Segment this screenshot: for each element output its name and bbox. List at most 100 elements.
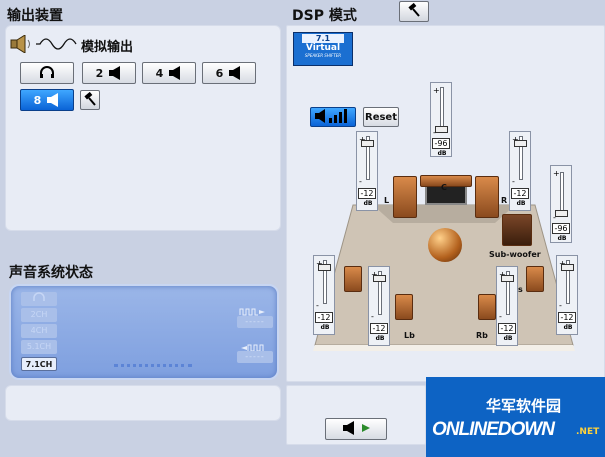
- slider-thumb[interactable]: [435, 126, 448, 133]
- db-unit: dB: [437, 150, 447, 157]
- two-speaker-label: 2: [95, 66, 104, 80]
- onlinedown-watermark: 华军软件园 ONLINEDOWN .NET: [426, 377, 605, 457]
- rear-right-speaker-slider[interactable]: + - -12 dB: [496, 266, 518, 346]
- speaker-icon: [342, 420, 356, 438]
- slider-thumb[interactable]: [514, 140, 527, 147]
- slider-thumb[interactable]: [555, 210, 568, 217]
- hammer-icon: [83, 91, 97, 110]
- right-speaker-value: -12: [511, 188, 529, 199]
- minus-icon: -: [559, 301, 562, 310]
- side-left-speaker-slider[interactable]: + - -12 dB: [313, 255, 335, 335]
- listener-sphere: [428, 228, 462, 262]
- slider-thumb[interactable]: [561, 264, 574, 271]
- channel-headphone-indicator: [21, 292, 57, 306]
- test-play-button[interactable]: [325, 418, 387, 440]
- rear-left-label: Lb: [404, 331, 415, 340]
- dsp-button-line2: Virtual: [305, 43, 341, 53]
- two-speaker-button[interactable]: 2: [82, 62, 136, 84]
- channel-2ch-indicator: 2CH: [21, 308, 57, 322]
- side-right-speaker: [526, 266, 544, 292]
- six-speaker-button[interactable]: 6: [202, 62, 256, 84]
- output-device-panel: [5, 25, 281, 231]
- top-speaker-value: -96: [432, 138, 450, 149]
- minus-icon: -: [553, 213, 556, 222]
- rear-left-speaker: [395, 294, 413, 320]
- four-speaker-button[interactable]: 4: [142, 62, 196, 84]
- watermark-chinese: 华军软件园: [486, 397, 562, 415]
- hammer-icon: [407, 2, 421, 21]
- rear-right-label: Rb: [476, 331, 488, 340]
- analog-wave-icon: [36, 34, 78, 54]
- minus-icon: -: [512, 177, 515, 186]
- subwoofer-slider[interactable]: + - -96 dB: [550, 165, 572, 243]
- slider-thumb[interactable]: [318, 264, 331, 271]
- headphones-button[interactable]: [20, 62, 74, 84]
- six-speaker-label: 6: [215, 66, 224, 80]
- slider-thumb[interactable]: [373, 275, 386, 282]
- reset-button[interactable]: Reset: [363, 107, 399, 127]
- right-speaker-label: R: [501, 196, 508, 205]
- db-unit: dB: [363, 200, 373, 207]
- speaker-icon: [108, 66, 122, 80]
- slider-thumb[interactable]: [361, 140, 374, 147]
- db-unit: dB: [563, 324, 573, 331]
- output-device-title: 输出装置: [7, 8, 63, 24]
- watermark-brand: ONLINEDOWN: [432, 419, 555, 440]
- db-unit: dB: [503, 335, 513, 342]
- play-icon: [361, 423, 371, 436]
- speaker-level-toggle-button[interactable]: [310, 107, 356, 127]
- input-signal-slot: -----: [237, 351, 273, 363]
- output-signal-slot: -----: [237, 316, 273, 328]
- channel-4ch-indicator: 4CH: [21, 324, 57, 338]
- eight-speaker-label: 8: [33, 93, 42, 107]
- level-meter: [114, 364, 192, 367]
- dsp-settings-button[interactable]: [399, 1, 429, 22]
- side-left-value: -12: [315, 312, 333, 323]
- right-front-speaker: [475, 176, 499, 218]
- rear-left-value: -12: [370, 323, 388, 334]
- side-right-speaker-slider[interactable]: + - -12 dB: [556, 255, 578, 335]
- minus-icon: -: [499, 312, 502, 321]
- db-unit: dB: [320, 324, 330, 331]
- speaker-icon: [168, 66, 182, 80]
- sound-system-status-display: 2CH 4CH 5.1CH 7.1CH ----- -----: [9, 284, 279, 380]
- side-right-label: s: [518, 285, 523, 294]
- analog-output-label: 模拟输出: [81, 40, 134, 55]
- left-speaker-slider[interactable]: + - -12 dB: [356, 131, 378, 211]
- sound-system-status-title: 声音系统状态: [9, 265, 93, 281]
- speaker-volume-icon: [9, 34, 35, 54]
- status-lower-panel: [5, 385, 281, 421]
- side-right-value: -12: [558, 312, 576, 323]
- dsp-mode-title: DSP 模式: [292, 8, 357, 24]
- minus-icon: -: [359, 177, 362, 186]
- minus-icon: -: [433, 128, 436, 137]
- output-settings-button[interactable]: [80, 90, 100, 110]
- db-unit: dB: [516, 200, 526, 207]
- four-speaker-label: 4: [155, 66, 164, 80]
- minus-icon: -: [371, 312, 374, 321]
- virtual-speaker-shifter-button[interactable]: 7.1 Virtual SPEAKER SHIFTER: [293, 32, 353, 66]
- slider-thumb[interactable]: [501, 275, 514, 282]
- eight-speaker-button[interactable]: 8: [20, 89, 74, 111]
- right-speaker-slider[interactable]: + - -12 dB: [509, 131, 531, 211]
- left-speaker-label: L: [384, 196, 390, 205]
- center-speaker-label: C: [441, 183, 447, 192]
- plus-icon: +: [553, 169, 560, 178]
- left-speaker-value: -12: [358, 188, 376, 199]
- slider-track: [440, 87, 444, 131]
- db-unit: dB: [557, 235, 567, 242]
- channel-51ch-indicator: 5.1CH: [21, 340, 57, 354]
- rear-right-value: -12: [498, 323, 516, 334]
- subwoofer-value: -96: [552, 223, 570, 234]
- side-left-speaker: [344, 266, 362, 292]
- dsp-button-line1: 7.1: [302, 34, 344, 43]
- rear-right-speaker: [478, 294, 496, 320]
- channel-71ch-indicator: 7.1CH: [21, 357, 57, 371]
- speaker-bars-icon: [314, 108, 352, 126]
- speaker-icon: [46, 93, 60, 107]
- rear-left-speaker-slider[interactable]: + - -12 dB: [368, 266, 390, 346]
- dsp-button-line3: SPEAKER SHIFTER: [304, 53, 342, 58]
- top-speaker-slider[interactable]: + - -96 dB: [430, 82, 452, 157]
- speaker-icon: [228, 66, 242, 80]
- watermark-suffix: .NET: [576, 427, 600, 437]
